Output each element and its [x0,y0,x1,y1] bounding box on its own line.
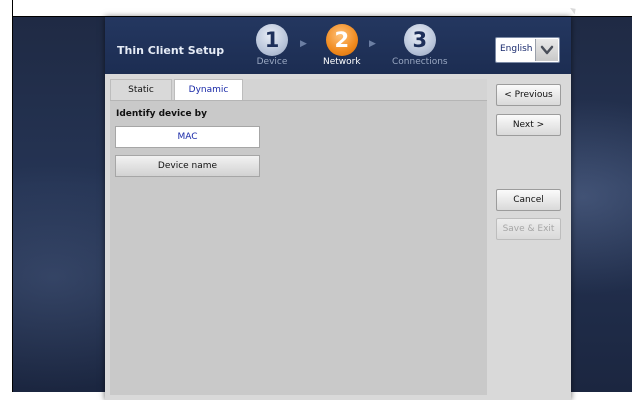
setup-window: Thin Client Setup 1 Device ▶ 2 Network ▶… [105,17,571,400]
tab-dynamic[interactable]: Dynamic [174,79,243,100]
arrow-right-icon: ▶ [369,39,376,49]
arrow-right-icon: ▶ [300,39,307,49]
step-network: 2 Network [323,24,361,67]
main-content: Static Dynamic Identify device by MAC De… [110,79,487,395]
language-value: English [500,44,533,54]
language-select[interactable]: English [495,37,560,63]
tab-panel: Identify device by MAC Device name [110,100,487,395]
identify-mac-button[interactable]: MAC [115,126,260,148]
step-label: Connections [392,57,448,67]
step-device: 1 Device [256,24,288,67]
step-number-circle: 2 [325,24,358,56]
left-frame-strip [0,0,13,392]
step-label: Device [256,57,288,67]
step-number-circle: 3 [403,24,436,56]
save-exit-button[interactable]: Save & Exit [496,218,561,240]
next-button[interactable]: Next > [496,114,561,136]
cancel-button[interactable]: Cancel [496,189,561,211]
step-label: Network [323,57,361,67]
tab-static[interactable]: Static [110,79,172,100]
desktop-background: Thin Client Setup 1 Device ▶ 2 Network ▶… [13,17,632,400]
identify-label: Identify device by [116,109,207,119]
step-connections: 3 Connections [392,24,448,67]
identify-device-name-button[interactable]: Device name [115,155,260,177]
top-frame-strip [0,0,632,17]
chevron-down-icon[interactable] [535,39,558,61]
window-titlebar: Thin Client Setup 1 Device ▶ 2 Network ▶… [105,17,571,74]
app-title: Thin Client Setup [117,44,225,57]
step-number-circle: 1 [256,24,288,56]
previous-button[interactable]: < Previous [496,84,561,106]
